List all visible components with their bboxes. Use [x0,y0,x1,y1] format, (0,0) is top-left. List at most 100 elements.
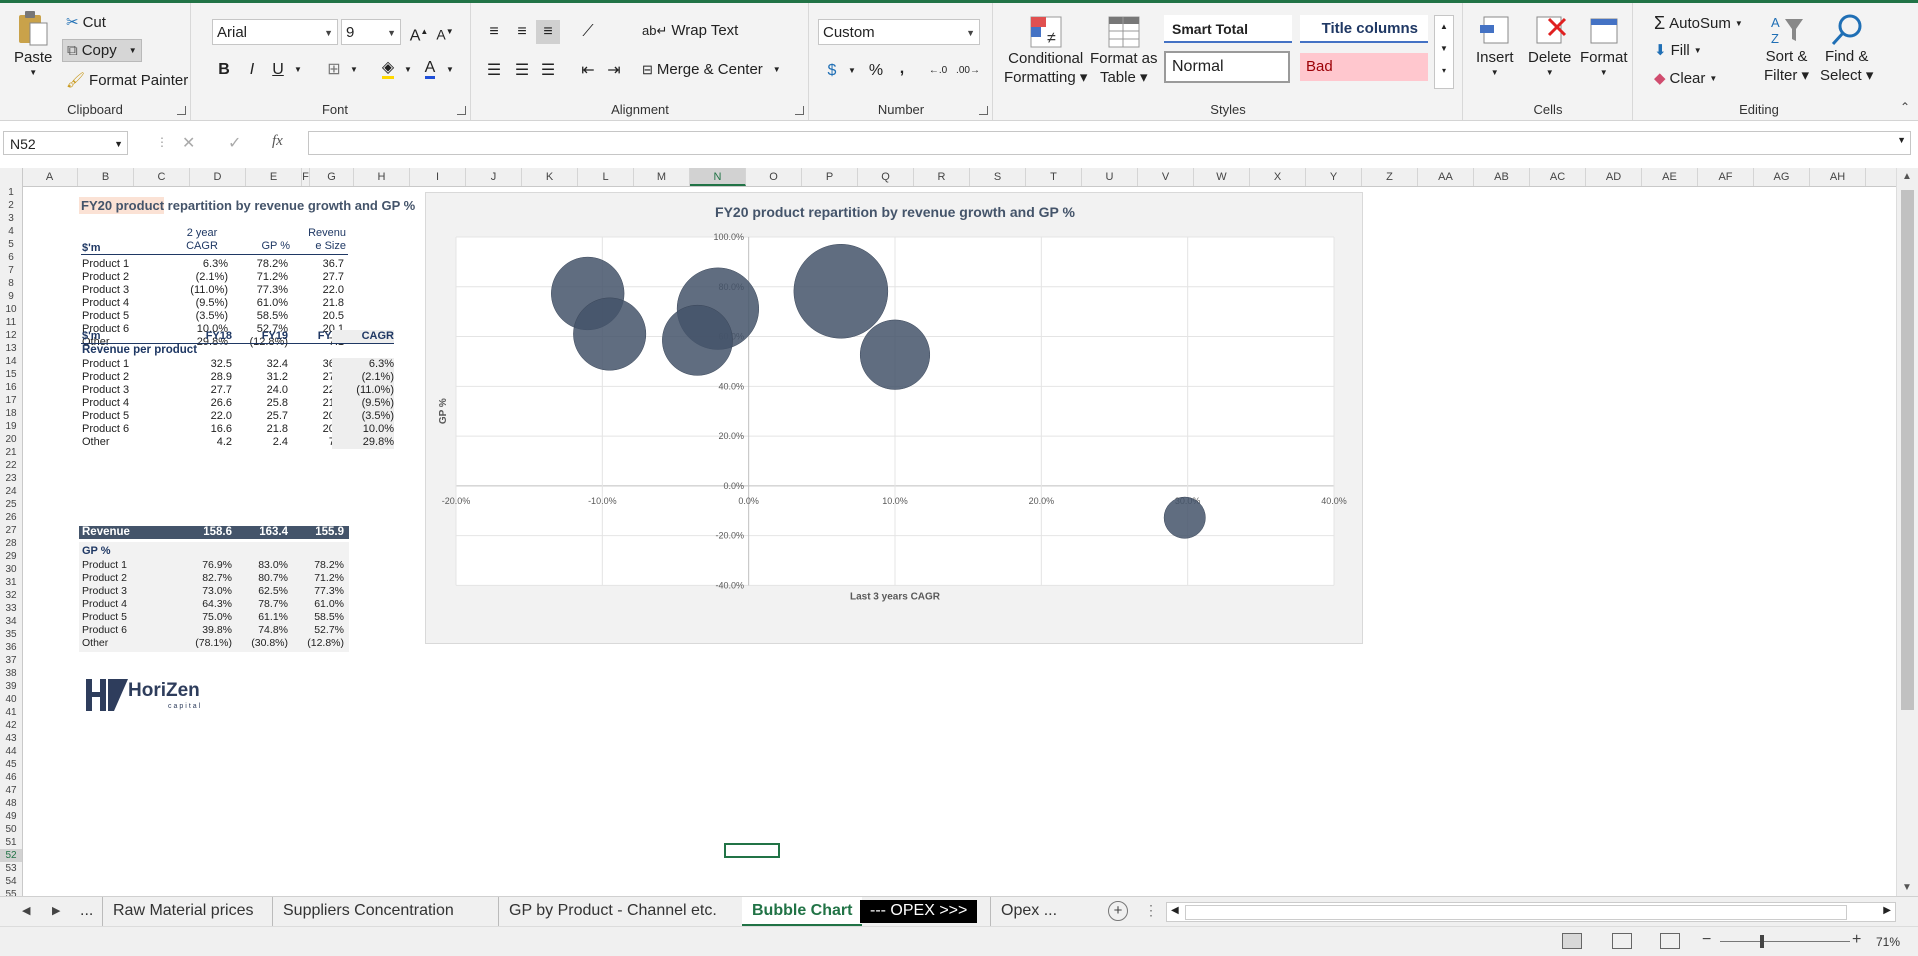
number-format-dropdown[interactable]: Custom ▼ [818,19,980,45]
row-header-52[interactable]: 52 [0,849,22,862]
column-header-ac[interactable]: AC [1530,168,1586,186]
column-header-q[interactable]: Q [858,168,914,186]
row-header-26[interactable]: 26 [0,511,22,524]
scroll-right-arrow-icon[interactable]: ▶ [1883,905,1891,916]
row-header-18[interactable]: 18 [0,407,22,420]
zoom-slider[interactable] [1720,941,1850,942]
chevron-down-icon[interactable]: ▼ [129,46,137,55]
style-bad[interactable]: Bad [1300,53,1428,81]
dialog-launcher-icon[interactable] [979,106,988,115]
row-header-14[interactable]: 14 [0,355,22,368]
row-header-53[interactable]: 53 [0,862,22,875]
autosum-button[interactable]: Σ AutoSum ▼ [1654,13,1743,34]
scroll-left-arrow-icon[interactable]: ◀ [1171,905,1179,916]
zoom-out-button[interactable]: − [1702,931,1711,949]
normal-view-icon[interactable] [1562,933,1582,949]
name-box[interactable]: N52 ▼ [3,131,128,155]
row-header-39[interactable]: 39 [0,680,22,693]
tab-suppliers-concentration[interactable]: Suppliers Concentration [272,897,464,927]
column-header-ae[interactable]: AE [1642,168,1698,186]
row-header-19[interactable]: 19 [0,420,22,433]
conditional-formatting-button[interactable]: ≠ Conditional Formatting ▾ [1004,15,1087,86]
style-title-columns[interactable]: Title columns [1300,15,1428,43]
decrease-decimal-icon[interactable]: .00→ [956,59,980,83]
row-header-9[interactable]: 9 [0,290,22,303]
tab-splitter-icon[interactable]: ⋮ [1144,902,1158,919]
row-header-1[interactable]: 1 [0,186,22,199]
row-header-22[interactable]: 22 [0,459,22,472]
row-header-37[interactable]: 37 [0,654,22,667]
scroll-thumb[interactable] [1901,190,1914,710]
row-header-7[interactable]: 7 [0,264,22,277]
tab-gp-by-product-channel-etc[interactable]: GP by Product - Channel etc. [498,897,727,927]
row-header-47[interactable]: 47 [0,784,22,797]
row-header-40[interactable]: 40 [0,693,22,706]
row-header-45[interactable]: 45 [0,758,22,771]
insert-function-icon[interactable]: fx [272,133,283,150]
column-header-p[interactable]: P [802,168,858,186]
row-header-49[interactable]: 49 [0,810,22,823]
row-header-41[interactable]: 41 [0,706,22,719]
increase-decimal-icon[interactable]: ←.0 [926,59,950,83]
copy-button[interactable]: ⧉ Copy ▼ [62,39,142,62]
column-header-af[interactable]: AF [1698,168,1754,186]
insert-button[interactable]: Insert ▼ [1476,13,1514,77]
align-bottom-icon[interactable]: ≡ [536,20,560,44]
clear-button[interactable]: ◆ Clear ▼ [1654,69,1717,88]
column-header-ad[interactable]: AD [1586,168,1642,186]
vertical-scrollbar[interactable]: ▲ ▼ [1896,168,1918,896]
horizontal-scrollbar[interactable]: ◀ ▶ [1166,902,1896,922]
column-header-v[interactable]: V [1138,168,1194,186]
column-header-x[interactable]: X [1250,168,1306,186]
row-header-10[interactable]: 10 [0,303,22,316]
column-header-w[interactable]: W [1194,168,1250,186]
tab-raw-material-prices[interactable]: Raw Material prices [102,897,263,927]
column-header-h[interactable]: H [354,168,410,186]
row-header-2[interactable]: 2 [0,199,22,212]
column-header-g[interactable]: G [310,168,354,186]
column-header-t[interactable]: T [1026,168,1082,186]
tab-opex[interactable]: --- OPEX >>> [860,900,978,923]
scroll-up-arrow-icon[interactable]: ▲ [1902,171,1912,182]
column-header-ah[interactable]: AH [1810,168,1866,186]
row-header-13[interactable]: 13 [0,342,22,355]
row-header-51[interactable]: 51 [0,836,22,849]
sort-filter-button[interactable]: AZ Sort & Filter ▾ [1764,13,1809,84]
row-header-33[interactable]: 33 [0,602,22,615]
decrease-indent-icon[interactable]: ⇤ [576,59,600,83]
font-size-dropdown[interactable]: 9 ▼ [341,19,401,45]
column-header-ag[interactable]: AG [1754,168,1810,186]
collapse-ribbon-icon[interactable]: ⌃ [1900,100,1910,114]
align-center-icon[interactable]: ☰ [510,59,534,83]
column-header-n[interactable]: N [690,168,746,186]
new-sheet-icon[interactable]: + [1108,901,1128,921]
row-header-6[interactable]: 6 [0,251,22,264]
row-header-43[interactable]: 43 [0,732,22,745]
font-name-dropdown[interactable]: Arial ▼ [212,19,338,45]
chevron-down-icon[interactable]: ▼ [396,58,420,82]
tab-scroll-left-icon[interactable]: ◀ [22,904,30,917]
row-header-21[interactable]: 21 [0,446,22,459]
row-header-29[interactable]: 29 [0,550,22,563]
column-header-ab[interactable]: AB [1474,168,1530,186]
row-header-46[interactable]: 46 [0,771,22,784]
row-header-42[interactable]: 42 [0,719,22,732]
row-header-8[interactable]: 8 [0,277,22,290]
column-header-a[interactable]: A [22,168,78,186]
tab-bubble-chart[interactable]: Bubble Chart [742,897,863,927]
column-header-k[interactable]: K [522,168,578,186]
row-header-36[interactable]: 36 [0,641,22,654]
wrap-text-button[interactable]: ab↵ Wrap Text [642,22,738,39]
align-top-icon[interactable]: ≡ [482,20,506,44]
formula-input[interactable]: ▼ [308,131,1911,155]
row-header-27[interactable]: 27 [0,524,22,537]
row-header-15[interactable]: 15 [0,368,22,381]
column-header-z[interactable]: Z [1362,168,1418,186]
row-header-54[interactable]: 54 [0,875,22,888]
page-break-view-icon[interactable] [1660,933,1680,949]
select-all-corner[interactable] [0,168,23,187]
row-header-12[interactable]: 12 [0,329,22,342]
tab-opex[interactable]: Opex ... [990,897,1067,927]
row-header-4[interactable]: 4 [0,225,22,238]
row-header-24[interactable]: 24 [0,485,22,498]
